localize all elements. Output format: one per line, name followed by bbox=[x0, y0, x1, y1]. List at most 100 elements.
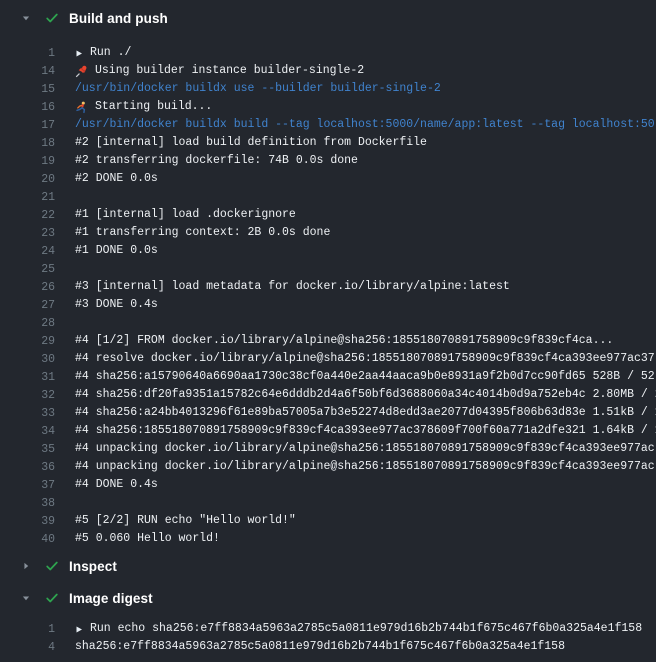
log-line: 1 Run echo sha256:e7ff8834a5963a2785c5a08… bbox=[0, 620, 656, 638]
line-number[interactable]: 34 bbox=[0, 425, 55, 438]
log-text-content: sha256:e7ff8834a5963a2785c5a0811e979d16b… bbox=[75, 638, 565, 656]
log-text: Run ./ bbox=[75, 44, 131, 62]
log-line: 18#2 [internal] load build definition fr… bbox=[0, 134, 656, 152]
runner-icon bbox=[75, 101, 88, 114]
line-number[interactable]: 15 bbox=[0, 83, 55, 96]
log-line: 22#1 [internal] load .dockerignore bbox=[0, 206, 656, 224]
log-line: 35 #4 unpacking docker.io/library/alpine@… bbox=[0, 440, 656, 458]
line-number[interactable]: 4 bbox=[0, 641, 55, 654]
log-line: 23 #1 transferring context: 2B 0.0s done bbox=[0, 224, 656, 242]
log-text-content: #4 [1/2] FROM docker.io/library/alpine@s… bbox=[75, 332, 613, 350]
line-number[interactable]: 1 bbox=[0, 47, 55, 60]
section-title: Inspect bbox=[69, 559, 117, 574]
line-number[interactable]: 22 bbox=[0, 209, 55, 222]
line-number[interactable]: 21 bbox=[0, 191, 55, 204]
log-text: Run echo sha256:e7ff8834a5963a2785c5a081… bbox=[75, 620, 642, 638]
log-text: #2 transferring dockerfile: 74B 0.0s don… bbox=[75, 152, 358, 170]
line-number[interactable]: 31 bbox=[0, 371, 55, 384]
log-line: 28 bbox=[0, 314, 656, 332]
chevron-down-icon[interactable] bbox=[20, 13, 32, 23]
line-number[interactable]: 14 bbox=[0, 65, 55, 78]
log-text: #4 resolve docker.io/library/alpine@sha2… bbox=[75, 350, 655, 368]
line-number[interactable]: 25 bbox=[0, 263, 55, 276]
log-line: 14 Using builder instance builder-single-… bbox=[0, 62, 656, 80]
log-text-content: #5 0.060 Hello world! bbox=[75, 530, 220, 548]
log-section-inspect: Inspect bbox=[0, 552, 656, 580]
chevron-down-icon[interactable] bbox=[20, 593, 32, 603]
line-number[interactable]: 36 bbox=[0, 461, 55, 474]
log-line: 15/usr/bin/docker buildx use --builder b… bbox=[0, 80, 656, 98]
log-line: 32 #4 sha256:df20fa9351a15782c64e6dddb2d4… bbox=[0, 386, 656, 404]
log-line: 29 #4 [1/2] FROM docker.io/library/alpine… bbox=[0, 332, 656, 350]
run-toggle-icon[interactable] bbox=[75, 49, 83, 58]
log-text: #3 [internal] load metadata for docker.i… bbox=[75, 278, 510, 296]
log-text-content: #4 resolve docker.io/library/alpine@sha2… bbox=[75, 350, 655, 368]
chevron-right-icon[interactable] bbox=[20, 561, 32, 571]
log-section-build-and-push: Build and push 1 Run ./ 14 Using builder ins… bbox=[0, 4, 656, 548]
log-text: #1 DONE 0.0s bbox=[75, 242, 158, 260]
line-number[interactable]: 24 bbox=[0, 245, 55, 258]
log-text-content: /usr/bin/docker buildx use --builder bui… bbox=[75, 80, 441, 98]
line-number[interactable]: 40 bbox=[0, 533, 55, 546]
log-text-content: #4 sha256:a15790640a6690aa1730c38cf0a440… bbox=[75, 368, 655, 386]
log-line: 25 bbox=[0, 260, 656, 278]
workflow-log-viewer: Build and push1Run ./14Using builder ins… bbox=[0, 4, 656, 656]
line-number[interactable]: 28 bbox=[0, 317, 55, 330]
log-text: #2 DONE 0.0s bbox=[75, 170, 158, 188]
log-line: 4 sha256:e7ff8834a5963a2785c5a0811e979d16… bbox=[0, 638, 656, 656]
section-title: Build and push bbox=[69, 11, 168, 26]
log-text-content: /usr/bin/docker buildx build --tag local… bbox=[75, 116, 655, 134]
log-text: #1 transferring context: 2B 0.0s done bbox=[75, 224, 330, 242]
line-number[interactable]: 30 bbox=[0, 353, 55, 366]
line-number[interactable]: 32 bbox=[0, 389, 55, 402]
log-text: #4 [1/2] FROM docker.io/library/alpine@s… bbox=[75, 332, 613, 350]
log-line: 36 #4 unpacking docker.io/library/alpine@… bbox=[0, 458, 656, 476]
log-text-content: Using builder instance builder-single-2 bbox=[95, 62, 364, 80]
log-text-content: #4 sha256:df20fa9351a15782c64e6dddb2d4a6… bbox=[75, 386, 656, 404]
log-line: 20 #2 DONE 0.0s bbox=[0, 170, 656, 188]
log-line: 33#4 sha256:a24bb4013296f61e89ba57005a7b… bbox=[0, 404, 656, 422]
line-number[interactable]: 16 bbox=[0, 101, 55, 114]
check-icon bbox=[45, 11, 59, 25]
line-number[interactable]: 39 bbox=[0, 515, 55, 528]
log-line: 30 #4 resolve docker.io/library/alpine@sh… bbox=[0, 350, 656, 368]
log-text-content: #4 sha256:185518070891758909c9f839cf4ca3… bbox=[75, 422, 656, 440]
log-text-content: Starting build... bbox=[95, 98, 212, 116]
log-text-content: Run echo sha256:e7ff8834a5963a2785c5a081… bbox=[90, 620, 642, 638]
log-text: #4 sha256:df20fa9351a15782c64e6dddb2d4a6… bbox=[75, 386, 656, 404]
line-number[interactable]: 23 bbox=[0, 227, 55, 240]
log-line: 21 bbox=[0, 188, 656, 206]
log-text-content: #1 transferring context: 2B 0.0s done bbox=[75, 224, 330, 242]
log-text-content: #4 unpacking docker.io/library/alpine@sh… bbox=[75, 440, 655, 458]
log-text: #4 unpacking docker.io/library/alpine@sh… bbox=[75, 440, 655, 458]
log-line: 40 #5 0.060 Hello world! bbox=[0, 530, 656, 548]
section-header-image-digest[interactable]: Image digest bbox=[0, 584, 656, 612]
line-number[interactable]: 20 bbox=[0, 173, 55, 186]
line-number[interactable]: 19 bbox=[0, 155, 55, 168]
log-text-content: #3 DONE 0.4s bbox=[75, 296, 158, 314]
line-number[interactable]: 27 bbox=[0, 299, 55, 312]
log-text: #4 DONE 0.4s bbox=[75, 476, 158, 494]
line-number[interactable]: 1 bbox=[0, 623, 55, 636]
line-number[interactable]: 29 bbox=[0, 335, 55, 348]
line-number[interactable]: 37 bbox=[0, 479, 55, 492]
run-toggle-icon[interactable] bbox=[75, 625, 83, 634]
log-text-content: Run ./ bbox=[90, 44, 131, 62]
log-text: Starting build... bbox=[75, 98, 212, 116]
log-text-content: #5 [2/2] RUN echo "Hello world!" bbox=[75, 512, 296, 530]
log-text-content: #4 unpacking docker.io/library/alpine@sh… bbox=[75, 458, 655, 476]
log-text: #4 sha256:a15790640a6690aa1730c38cf0a440… bbox=[75, 368, 655, 386]
line-number[interactable]: 35 bbox=[0, 443, 55, 456]
log-text: #5 [2/2] RUN echo "Hello world!" bbox=[75, 512, 296, 530]
line-number[interactable]: 26 bbox=[0, 281, 55, 294]
log-text-content: #2 DONE 0.0s bbox=[75, 170, 158, 188]
log-text: sha256:e7ff8834a5963a2785c5a0811e979d16b… bbox=[75, 638, 565, 656]
line-number[interactable]: 18 bbox=[0, 137, 55, 150]
section-header-inspect[interactable]: Inspect bbox=[0, 552, 656, 580]
log-line: 39 #5 [2/2] RUN echo "Hello world!" bbox=[0, 512, 656, 530]
line-number[interactable]: 17 bbox=[0, 119, 55, 132]
line-number[interactable]: 33 bbox=[0, 407, 55, 420]
line-number[interactable]: 38 bbox=[0, 497, 55, 510]
section-header-build-and-push[interactable]: Build and push bbox=[0, 4, 656, 32]
log-line: 19 #2 transferring dockerfile: 74B 0.0s d… bbox=[0, 152, 656, 170]
